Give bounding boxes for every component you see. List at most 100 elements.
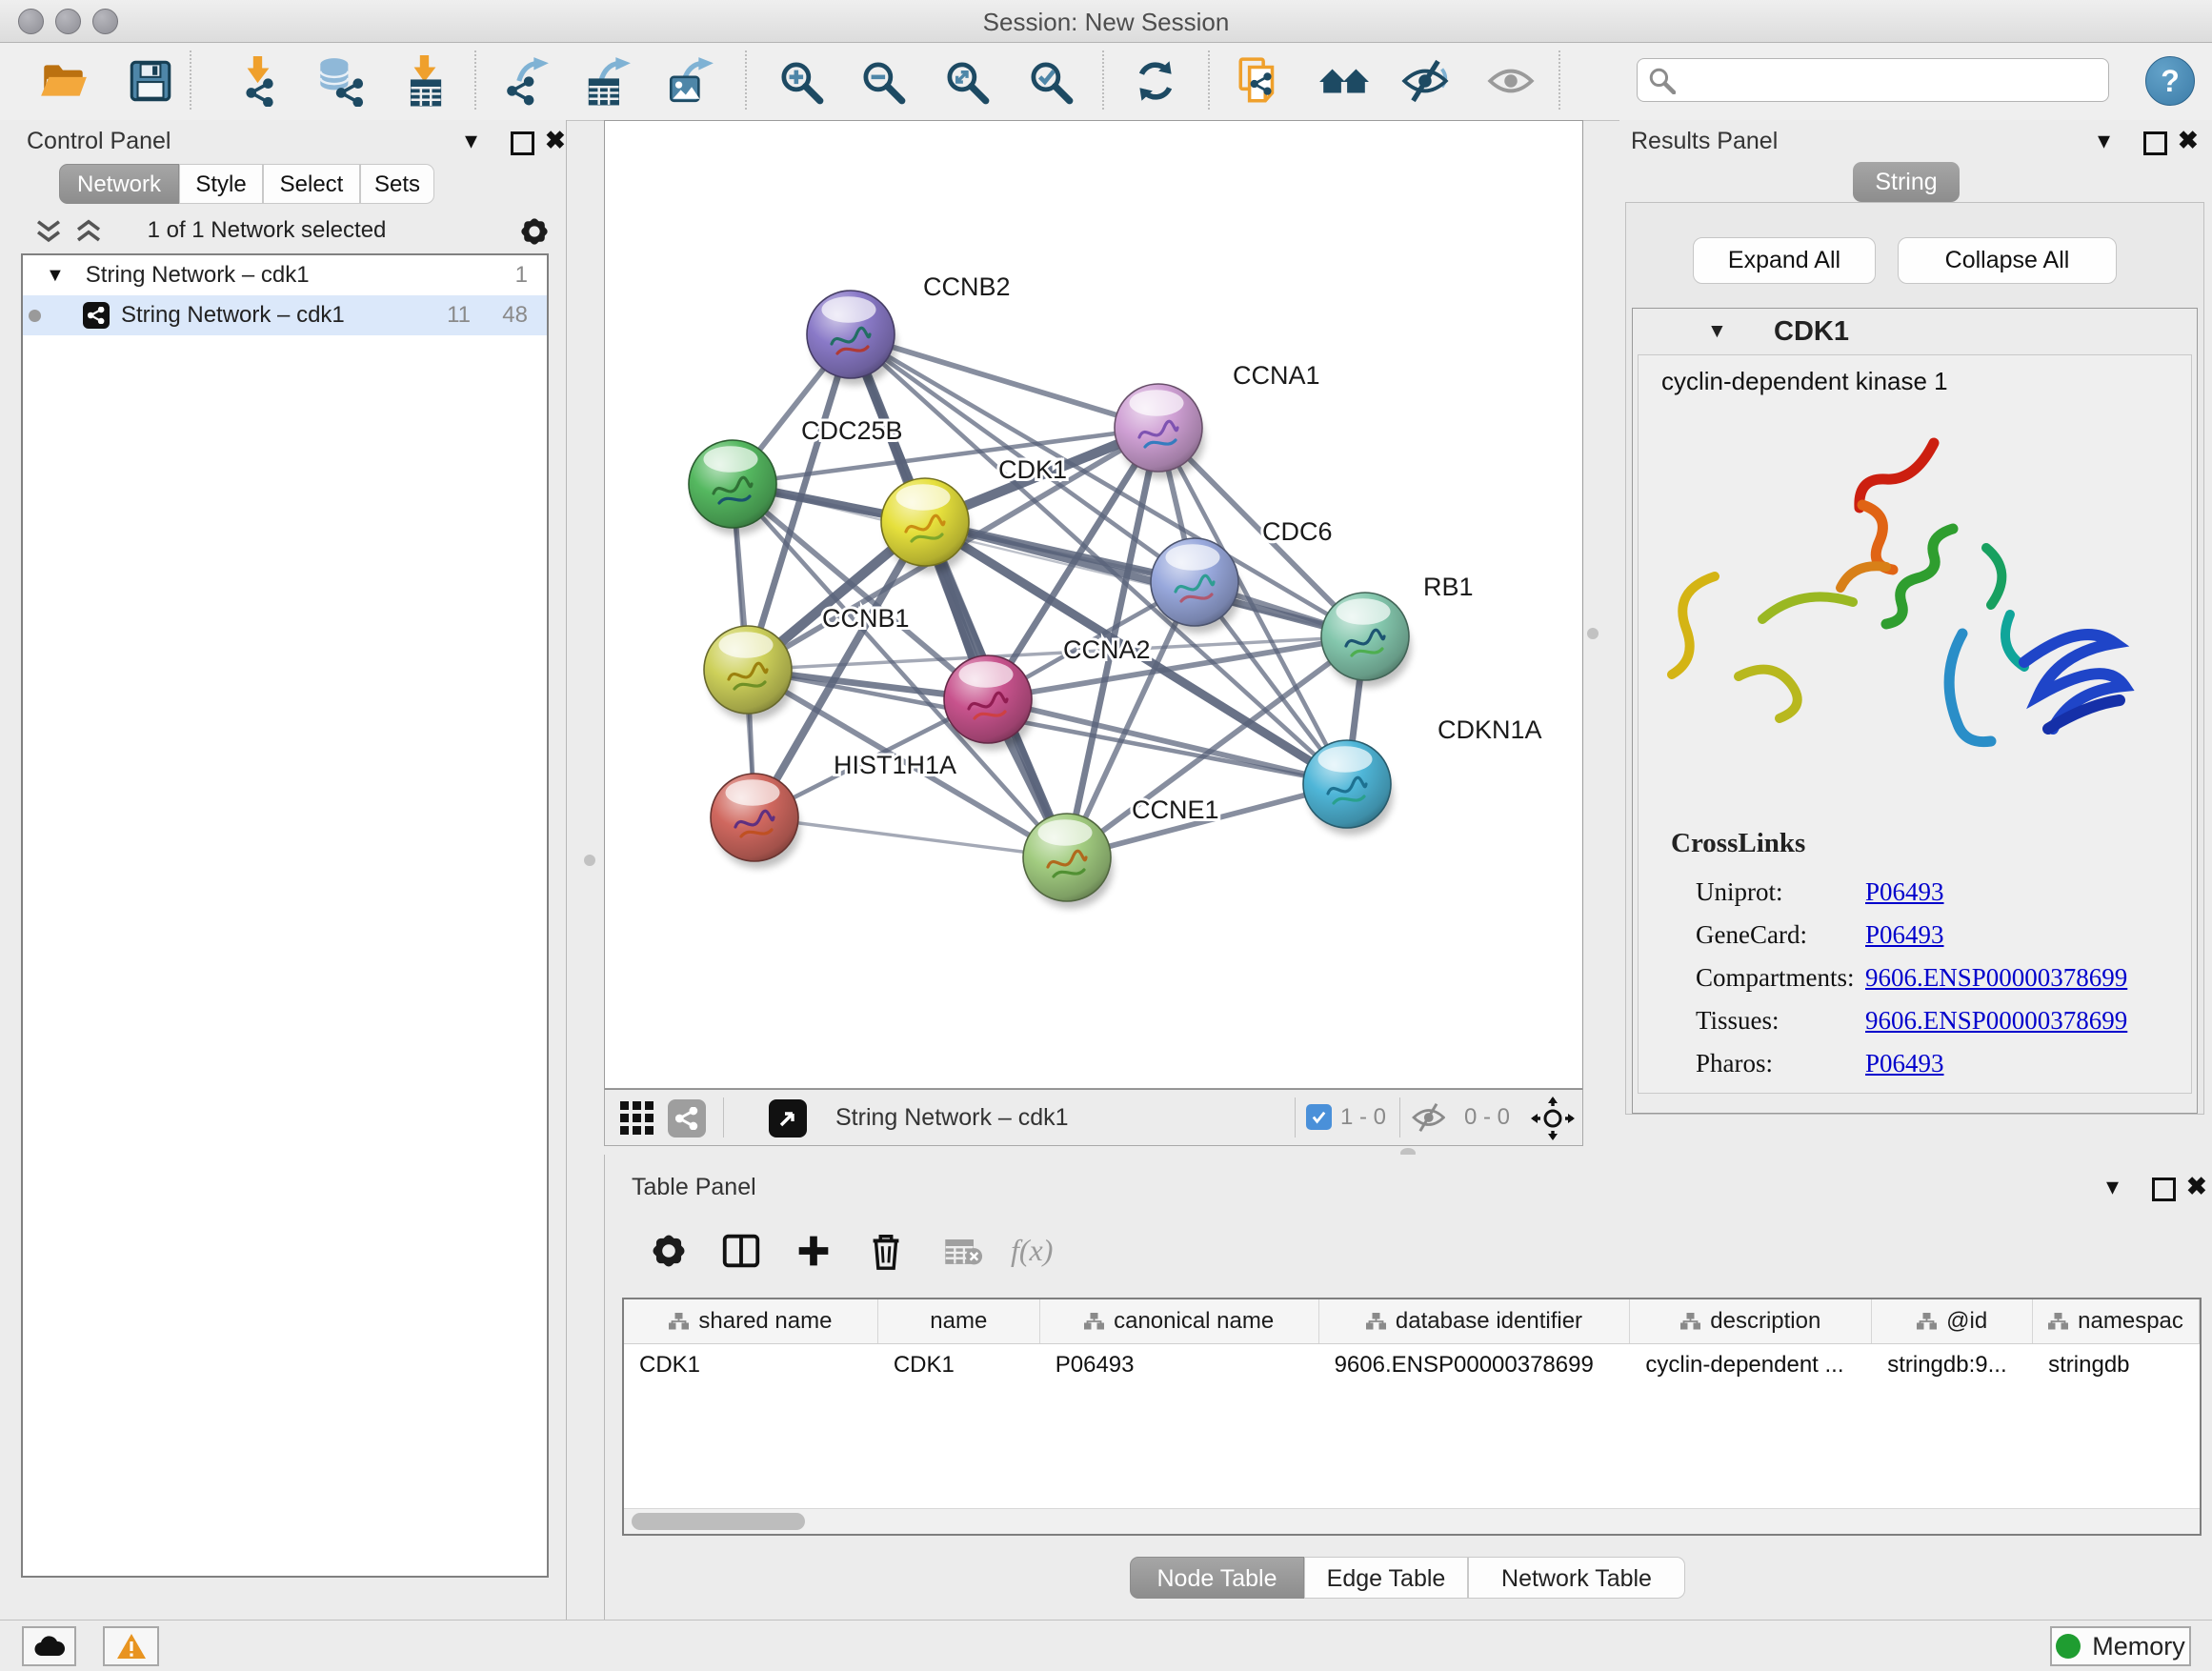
tab-style[interactable]: Style xyxy=(179,164,263,204)
help-icon[interactable]: ? xyxy=(2145,56,2195,106)
tab-edge-table[interactable]: Edge Table xyxy=(1304,1557,1468,1599)
collapse-all-button[interactable]: Collapse All xyxy=(1898,237,2117,284)
status-bar: Memory xyxy=(0,1620,2212,1671)
network-row-selected[interactable]: String Network – cdk1 11 48 xyxy=(23,295,547,335)
memory-button[interactable]: Memory xyxy=(2050,1626,2191,1666)
show-columns-icon[interactable] xyxy=(719,1229,763,1273)
tab-select[interactable]: Select xyxy=(263,164,360,204)
panel-menu-icon[interactable]: ▾ xyxy=(465,128,477,152)
table-cell[interactable]: stringdb xyxy=(2033,1344,2200,1386)
fit-selected-crosshair-icon[interactable] xyxy=(1531,1097,1575,1140)
create-column-icon[interactable] xyxy=(792,1229,835,1273)
zoom-in-icon[interactable] xyxy=(774,55,826,107)
column-header-name[interactable]: name xyxy=(878,1299,1040,1343)
panel-float-icon[interactable] xyxy=(2152,1178,2176,1201)
table-row[interactable]: CDK1CDK1P064939606.ENSP00000378699cyclin… xyxy=(624,1344,2200,1386)
crosslink-link[interactable]: P06493 xyxy=(1865,877,1944,907)
section-expander-icon[interactable]: ▼ xyxy=(1707,320,1727,343)
gear-icon[interactable] xyxy=(516,213,553,250)
panel-menu-icon[interactable]: ▾ xyxy=(2106,1174,2119,1198)
export-image-icon[interactable] xyxy=(664,55,715,107)
warnings-button[interactable] xyxy=(103,1626,159,1666)
network-collection-row[interactable]: ▼ String Network – cdk1 1 xyxy=(23,255,547,295)
table-cell[interactable]: cyclin-dependent ... xyxy=(1630,1344,1872,1386)
network-edge[interactable] xyxy=(851,334,1158,428)
hierarchy-icon xyxy=(669,1313,689,1330)
hide-selected-icon[interactable] xyxy=(1400,55,1452,107)
delete-column-icon[interactable] xyxy=(864,1229,908,1273)
collection-expander-icon[interactable]: ▼ xyxy=(46,265,65,287)
column-header-database-identifier[interactable]: database identifier xyxy=(1319,1299,1631,1343)
right-splitter-handle[interactable] xyxy=(1587,628,1599,639)
panel-float-icon[interactable] xyxy=(511,131,534,155)
network-node-CDK1[interactable] xyxy=(881,478,971,573)
expand-all-button[interactable]: Expand All xyxy=(1693,237,1876,284)
panel-menu-icon[interactable]: ▾ xyxy=(2098,128,2110,152)
crosslink-link[interactable]: 9606.ENSP00000378699 xyxy=(1865,1006,2127,1036)
left-splitter-handle[interactable] xyxy=(584,855,595,866)
string-results-container: Expand All Collapse All ▼ CDK1 cyclin-de… xyxy=(1625,202,2204,1115)
selected-checkbox-icon[interactable] xyxy=(1306,1104,1332,1130)
panel-float-icon[interactable] xyxy=(2143,131,2167,155)
crosslink-link[interactable]: P06493 xyxy=(1865,920,1944,950)
network-node-CCNE1[interactable] xyxy=(1023,814,1113,908)
panel-close-icon[interactable]: ✖ xyxy=(2186,1174,2207,1198)
export-network-icon[interactable] xyxy=(499,55,551,107)
open-session-icon[interactable] xyxy=(38,55,90,107)
network-node-CDKN1A[interactable] xyxy=(1303,740,1393,835)
column-header--id[interactable]: @id xyxy=(1872,1299,2033,1343)
zoom-out-icon[interactable] xyxy=(856,55,908,107)
column-header-shared-name[interactable]: shared name xyxy=(624,1299,878,1343)
network-type-badge-icon[interactable] xyxy=(668,1099,706,1137)
column-header-description[interactable]: description xyxy=(1630,1299,1872,1343)
zoom-fit-icon[interactable] xyxy=(940,55,992,107)
network-node-CCNA1[interactable] xyxy=(1115,384,1204,478)
network-node-CCNB1[interactable] xyxy=(704,626,794,720)
table-cell[interactable]: 9606.ENSP00000378699 xyxy=(1319,1344,1631,1386)
import-network-icon[interactable] xyxy=(232,55,284,107)
zoom-selected-icon[interactable] xyxy=(1024,55,1076,107)
crosslink-link[interactable]: 9606.ENSP00000378699 xyxy=(1865,963,2127,993)
column-header-canonical-name[interactable]: canonical name xyxy=(1040,1299,1319,1343)
detach-view-icon[interactable] xyxy=(769,1099,807,1137)
tab-sets[interactable]: Sets xyxy=(360,164,434,204)
search-input[interactable] xyxy=(1676,60,2108,100)
crosslink-link[interactable]: P06493 xyxy=(1865,1049,1944,1078)
table-hscrollbar[interactable] xyxy=(624,1508,2200,1534)
panel-close-icon[interactable]: ✖ xyxy=(2178,128,2199,152)
first-neighbors-icon[interactable] xyxy=(1318,55,1370,107)
show-all-icon[interactable] xyxy=(1485,55,1537,107)
tab-network-table[interactable]: Network Table xyxy=(1468,1557,1685,1599)
results-panel-title: Results Panel xyxy=(1631,128,1778,155)
main-toolbar: ? xyxy=(0,43,2212,121)
network-node-RB1[interactable] xyxy=(1321,593,1411,687)
save-session-icon[interactable] xyxy=(125,55,176,107)
table-cell[interactable]: stringdb:9... xyxy=(1872,1344,2033,1386)
collection-label: String Network – cdk1 xyxy=(86,262,310,289)
table-cell[interactable]: CDK1 xyxy=(624,1344,878,1386)
table-gear-icon[interactable] xyxy=(647,1229,691,1273)
view-network-title: String Network – cdk1 xyxy=(835,1104,1069,1132)
tab-string[interactable]: String xyxy=(1853,162,1960,202)
panel-close-icon[interactable]: ✖ xyxy=(545,128,566,152)
tab-node-table[interactable]: Node Table xyxy=(1130,1557,1304,1599)
clone-network-icon[interactable] xyxy=(1234,55,1285,107)
import-table-icon[interactable] xyxy=(399,55,451,107)
column-header-namespac[interactable]: namespac xyxy=(2033,1299,2200,1343)
tab-network[interactable]: Network xyxy=(59,164,179,204)
hidden-eye-icon xyxy=(1411,1102,1445,1133)
network-view-canvas[interactable]: CCNB2CCNA1CDC25BCDK1CDC6RB1CCNB1CCNA2CDK… xyxy=(604,120,1583,1089)
table-panel-title: Table Panel xyxy=(632,1174,756,1201)
table-cell[interactable]: CDK1 xyxy=(878,1344,1040,1386)
network-edge[interactable] xyxy=(754,817,1067,857)
hscrollbar-thumb[interactable] xyxy=(632,1513,805,1530)
cloud-button[interactable] xyxy=(22,1626,76,1666)
network-node-HIST1H1A[interactable] xyxy=(711,774,800,868)
table-cell[interactable]: P06493 xyxy=(1040,1344,1319,1386)
refresh-icon[interactable] xyxy=(1130,55,1181,107)
export-table-icon[interactable] xyxy=(581,55,633,107)
network-graph[interactable]: CCNB2CCNA1CDC25BCDK1CDC6RB1CCNB1CCNA2CDK… xyxy=(605,121,1582,1088)
import-network-database-icon[interactable] xyxy=(312,55,364,107)
network-node-CDC25B[interactable] xyxy=(689,440,778,534)
grid-view-icon[interactable] xyxy=(618,1099,656,1137)
